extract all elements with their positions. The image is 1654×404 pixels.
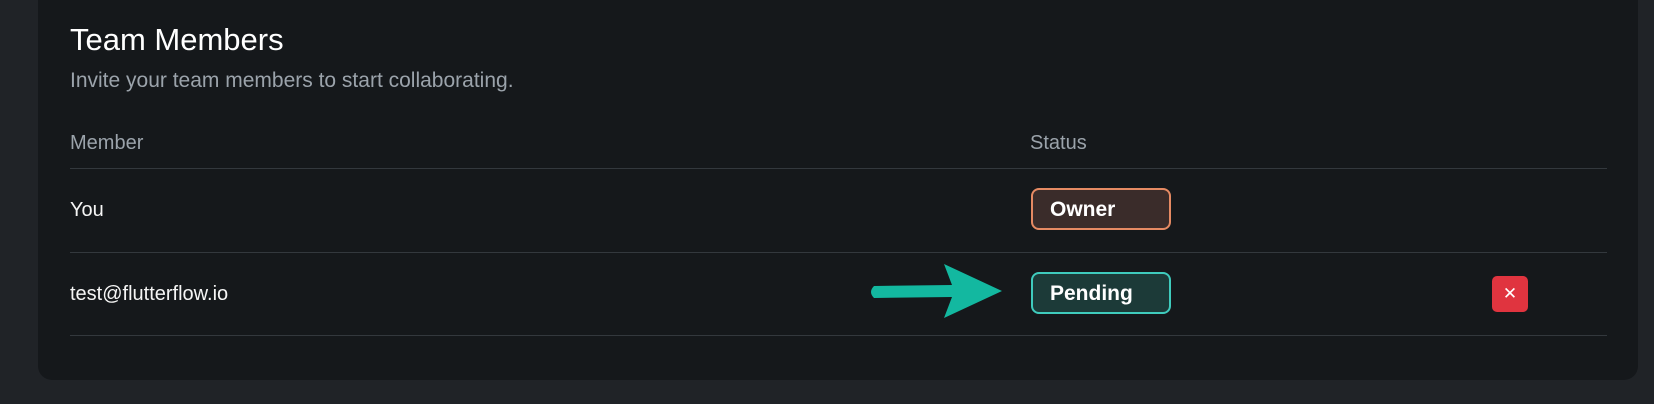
row-divider bbox=[70, 252, 1607, 253]
arrow-right-icon bbox=[871, 264, 1002, 318]
column-header-status: Status bbox=[1030, 132, 1087, 154]
close-icon: ✕ bbox=[1502, 284, 1518, 304]
row-divider bbox=[70, 335, 1607, 336]
status-badge-pending: Pending bbox=[1031, 272, 1171, 314]
card-title: Team Members bbox=[70, 22, 284, 57]
member-email: test@flutterflow.io bbox=[70, 283, 229, 305]
column-header-member: Member bbox=[70, 132, 144, 154]
card-subtitle: Invite your team members to start collab… bbox=[70, 69, 514, 92]
header-divider bbox=[70, 168, 1607, 169]
status-badge-owner: Owner bbox=[1031, 188, 1171, 230]
remove-member-button[interactable]: ✕ bbox=[1492, 276, 1528, 312]
member-name-you: You bbox=[70, 199, 104, 221]
